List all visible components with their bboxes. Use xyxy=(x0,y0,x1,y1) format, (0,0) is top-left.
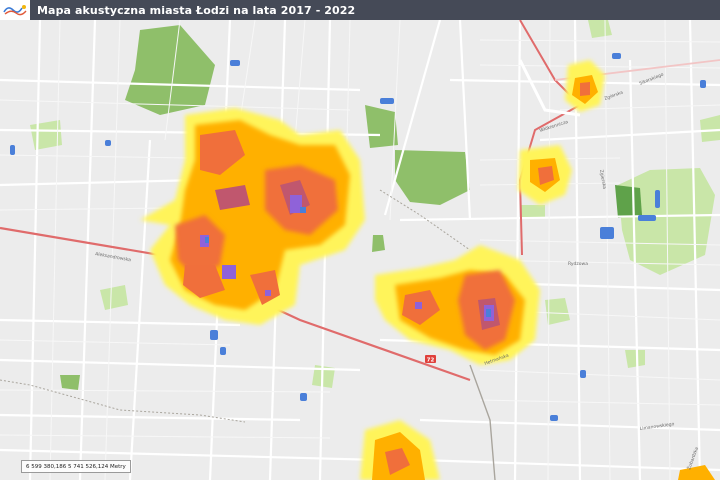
page-title: Mapa akustyczna miasta Łodzi na lata 201… xyxy=(37,3,356,17)
map-app: Mapa akustyczna miasta Łodzi na lata 201… xyxy=(0,0,720,480)
coordinate-readout: 6 599 380,186 5 741 526,124 Metry xyxy=(21,460,131,473)
route-badge: 72 xyxy=(425,355,436,364)
route-badge-label: 72 xyxy=(427,358,435,364)
header-bar: Mapa akustyczna miasta Łodzi na lata 201… xyxy=(0,0,720,20)
street-label: Rydzowa xyxy=(568,261,588,267)
city-logo-icon[interactable] xyxy=(0,0,30,20)
map-svg[interactable]: 72 Aleksandrowska Włókiennicza Zgierska … xyxy=(0,20,720,480)
map-canvas[interactable]: 72 Aleksandrowska Włókiennicza Zgierska … xyxy=(0,20,720,480)
